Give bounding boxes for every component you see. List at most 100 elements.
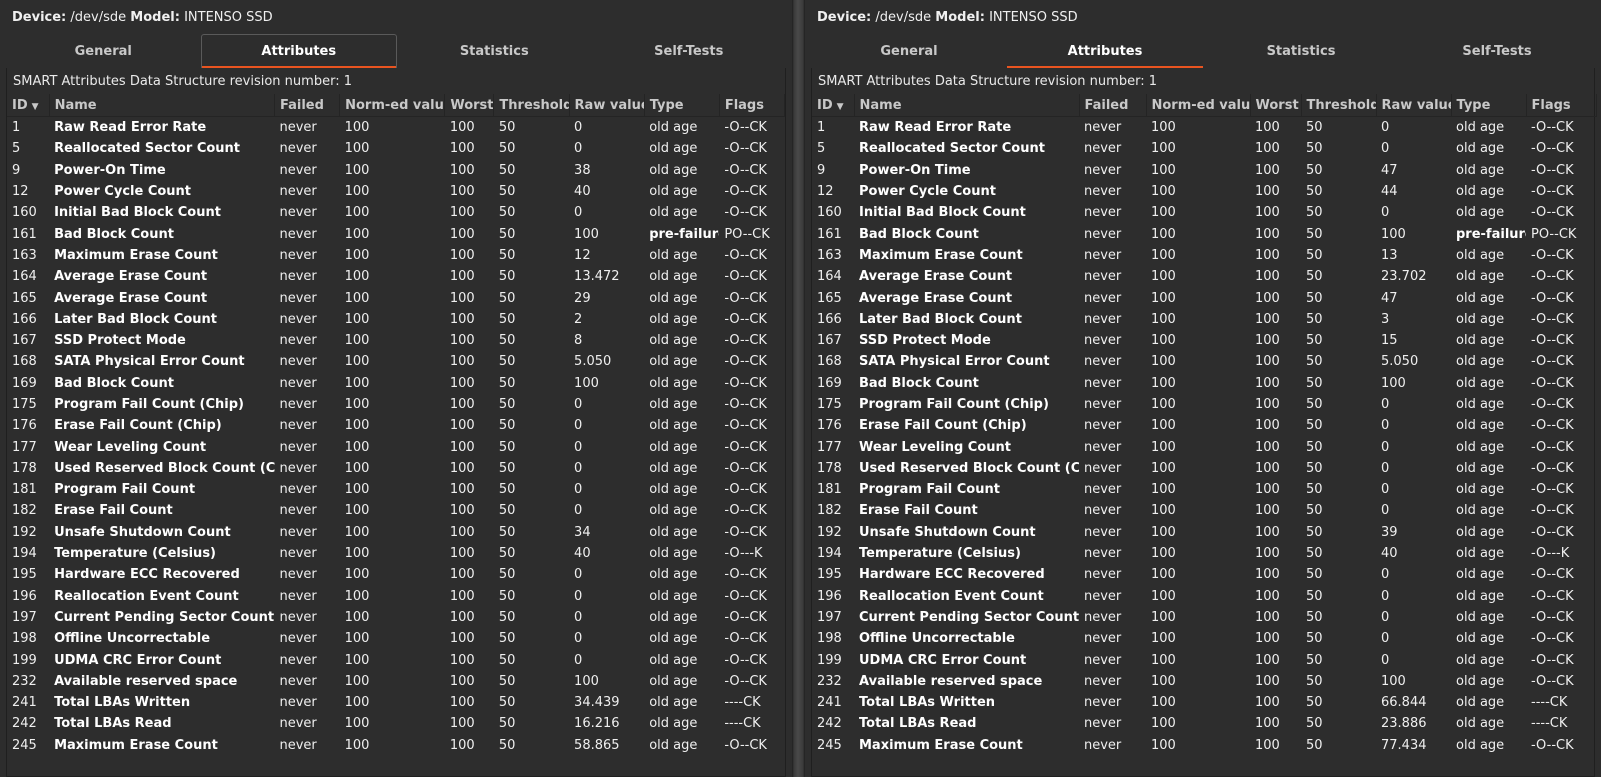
table-row[interactable]: 1 Raw Read Error Rate never 100 100 50 0 old ag… — [7, 117, 785, 139]
column-header-id[interactable]: ID ▼ — [812, 94, 855, 117]
table-row[interactable]: 242 Total LBAs Read never 100 100 50 23.886 old… — [812, 713, 1596, 734]
table-row[interactable]: 177 Wear Leveling Count never 100 100 50 0 old … — [812, 436, 1596, 457]
tab-attributes[interactable]: Attributes — [1007, 34, 1203, 68]
table-row[interactable]: 195 Hardware ECC Recovered never 100 100 50 0 o… — [812, 564, 1596, 585]
table-row[interactable]: 176 Erase Fail Count (Chip) never 100 100 50 0… — [7, 415, 785, 436]
tab-self-tests[interactable]: Self-Tests — [1399, 34, 1595, 68]
table-row[interactable]: 164 Average Erase Count never 100 100 50 23.70… — [812, 266, 1596, 287]
column-header-worst[interactable]: Worst — [1250, 94, 1302, 117]
table-row[interactable]: 161 Bad Block Count never 100 100 50 100 pre-fa… — [812, 223, 1596, 244]
table-row[interactable]: 194 Temperature (Celsius) never 100 100 50 40 o… — [812, 543, 1596, 564]
cell-type: old age — [1456, 567, 1505, 583]
cell-name: Temperature (Celsius) — [54, 546, 216, 562]
column-header-raw-value[interactable]: Raw value — [569, 94, 645, 117]
table-row[interactable]: 5 Reallocated Sector Count never 100 100 50 0 o… — [7, 138, 785, 159]
table-row[interactable]: 242 Total LBAs Read never 100 100 50 16.216 old… — [7, 713, 785, 734]
table-row[interactable]: 178Used Reserved Block Count (Chip)never… — [812, 458, 1596, 479]
table-row[interactable]: 166 Later Bad Block Count never 100 100 50 2 ol… — [7, 309, 785, 330]
table-row[interactable]: 194 Temperature (Celsius) never 100 100 50 40 o… — [7, 543, 785, 564]
table-row[interactable]: 178Used Reserved Block Count (Chip)never… — [7, 458, 785, 479]
table-row[interactable]: 160 Initial Bad Block Count never 100 100 50 0… — [7, 202, 785, 223]
column-header-normed-value[interactable]: Norm-ed value — [1146, 94, 1251, 117]
table-row[interactable]: 160 Initial Bad Block Count never 100 100 50 0… — [812, 202, 1596, 223]
table-row[interactable]: 182 Erase Fail Count never 100 100 50 0 old age… — [812, 500, 1596, 521]
table-row[interactable]: 197 Current Pending Sector Count never 100 1… — [7, 607, 785, 628]
column-header-flags[interactable]: Flags — [719, 94, 786, 117]
table-row[interactable]: 199 UDMA CRC Error Count never 100 100 50 0 old… — [7, 649, 785, 670]
tab-statistics[interactable]: Statistics — [1203, 34, 1399, 68]
column-header-raw-value[interactable]: Raw value — [1376, 94, 1452, 117]
cell-threshold: 50 — [1306, 460, 1323, 476]
table-row[interactable]: 163 Maximum Erase Count never 100 100 50 13 old… — [812, 245, 1596, 266]
table-row[interactable]: 167 SSD Protect Mode never 100 100 50 8 old age… — [7, 330, 785, 351]
column-header-threshold[interactable]: Threshold — [1301, 94, 1377, 117]
table-row[interactable]: 165 Average Erase Count never 100 100 50 47 old… — [812, 287, 1596, 308]
table-row[interactable]: 199 UDMA CRC Error Count never 100 100 50 0 old… — [812, 649, 1596, 670]
table-row[interactable]: 198 Offline Uncorrectable never 100 100 50 0 ol… — [7, 628, 785, 649]
tab-general[interactable]: General — [811, 34, 1007, 68]
table-row[interactable]: 192 Unsafe Shutdown Count never 100 100 50 39 o… — [812, 522, 1596, 543]
column-header-type[interactable]: Type — [1451, 94, 1527, 117]
tab-general[interactable]: General — [6, 34, 201, 68]
column-header-normed-value[interactable]: Norm-ed value — [339, 94, 446, 117]
table-row[interactable]: 9 Power-On Time never 100 100 50 47 old age -O--… — [812, 160, 1596, 181]
table-row[interactable]: 12 Power Cycle Count never 100 100 50 40 old ag… — [7, 181, 785, 202]
table-row[interactable]: 169 Bad Block Count never 100 100 50 100 old ag… — [7, 373, 785, 394]
tab-attributes[interactable]: Attributes — [200, 34, 397, 68]
table-row[interactable]: 164 Average Erase Count never 100 100 50 13.47… — [7, 266, 785, 287]
table-row[interactable]: 177 Wear Leveling Count never 100 100 50 0 old … — [7, 436, 785, 457]
cell-threshold: 50 — [498, 652, 516, 668]
column-header-flags[interactable]: Flags — [1526, 94, 1597, 117]
column-header-failed[interactable]: Failed — [1079, 94, 1147, 117]
tab-self-tests[interactable]: Self-Tests — [592, 34, 787, 68]
table-row[interactable]: 181 Program Fail Count never 100 100 50 0 old a… — [7, 479, 785, 500]
table-row[interactable]: 5 Reallocated Sector Count never 100 100 50 0 o… — [812, 138, 1596, 159]
column-header-id[interactable]: ID ▼ — [7, 94, 50, 117]
table-row[interactable]: 163 Maximum Erase Count never 100 100 50 12 old… — [7, 245, 785, 266]
table-row[interactable]: 196 Reallocation Event Count never 100 100 50… — [7, 586, 785, 607]
table-row[interactable]: 12 Power Cycle Count never 100 100 50 44 old ag… — [812, 181, 1596, 202]
table-row[interactable]: 168 SATA Physical Error Count never 100 100 5… — [7, 351, 785, 372]
column-header-failed[interactable]: Failed — [274, 94, 341, 117]
column-header-name[interactable]: Name — [49, 94, 276, 117]
table-row[interactable]: 245 Maximum Erase Count never 100 100 50 77.43… — [812, 735, 1596, 756]
cell-name: Bad Block Count — [859, 226, 979, 242]
cell-type: old age — [1456, 652, 1505, 668]
table-row[interactable]: 9 Power-On Time never 100 100 50 38 old age -O--… — [7, 160, 785, 181]
table-row[interactable]: 232 Available reserved space never 100 100 50… — [7, 671, 785, 692]
table-row[interactable]: 198 Offline Uncorrectable never 100 100 50 0 ol… — [812, 628, 1596, 649]
tab-statistics[interactable]: Statistics — [397, 34, 592, 68]
table-row[interactable]: 166 Later Bad Block Count never 100 100 50 3 ol… — [812, 309, 1596, 330]
table-row[interactable]: 241 Total LBAs Written never 100 100 50 66.844… — [812, 692, 1596, 713]
column-header-name[interactable]: Name — [854, 94, 1080, 117]
table-row[interactable]: 196 Reallocation Event Count never 100 100 50… — [812, 586, 1596, 607]
table-row[interactable]: 169 Bad Block Count never 100 100 50 100 old ag… — [812, 373, 1596, 394]
table-row[interactable]: 181 Program Fail Count never 100 100 50 0 old a… — [812, 479, 1596, 500]
cell-id: 177 — [12, 439, 37, 455]
column-header-worst[interactable]: Worst — [444, 94, 495, 117]
table-row[interactable]: 165 Average Erase Count never 100 100 50 29 old… — [7, 287, 785, 308]
cell-flags: -O--CK — [724, 333, 767, 349]
table-row[interactable]: 195 Hardware ECC Recovered never 100 100 50 0 o… — [7, 564, 785, 585]
table-row[interactable]: 1 Raw Read Error Rate never 100 100 50 0 old ag… — [812, 117, 1596, 139]
cell-worst: 100 — [1255, 290, 1280, 306]
pane-separator[interactable] — [792, 0, 805, 777]
table-row[interactable]: 197 Current Pending Sector Count never 100 1… — [812, 607, 1596, 628]
table-row[interactable]: 175 Program Fail Count (Chip) never 100 100 5… — [812, 394, 1596, 415]
table-row[interactable]: 161 Bad Block Count never 100 100 50 100 pre-fa… — [7, 223, 785, 244]
table-row[interactable]: 176 Erase Fail Count (Chip) never 100 100 50 0… — [812, 415, 1596, 436]
column-header-threshold[interactable]: Threshold — [493, 94, 570, 117]
table-row[interactable]: 168 SATA Physical Error Count never 100 100 5… — [812, 351, 1596, 372]
column-header-type[interactable]: Type — [644, 94, 720, 117]
table-row[interactable]: 232 Available reserved space never 100 100 50… — [812, 671, 1596, 692]
cell-name: Later Bad Block Count — [859, 311, 1022, 327]
table-row[interactable]: 182 Erase Fail Count never 100 100 50 0 old age… — [7, 500, 785, 521]
table-row[interactable]: 192 Unsafe Shutdown Count never 100 100 50 34 o… — [7, 522, 785, 543]
table-row[interactable]: 167 SSD Protect Mode never 100 100 50 15 old ag… — [812, 330, 1596, 351]
cell-raw-value: 0 — [1381, 609, 1390, 625]
table-row[interactable]: 241 Total LBAs Written never 100 100 50 34.439… — [7, 692, 785, 713]
table-row[interactable]: 245 Maximum Erase Count never 100 100 50 58.86… — [7, 735, 785, 756]
table-row[interactable]: 175 Program Fail Count (Chip) never 100 100 5… — [7, 394, 785, 415]
cell-name: Offline Uncorrectable — [859, 631, 1015, 647]
cell-raw-value: 0 — [1381, 141, 1390, 157]
